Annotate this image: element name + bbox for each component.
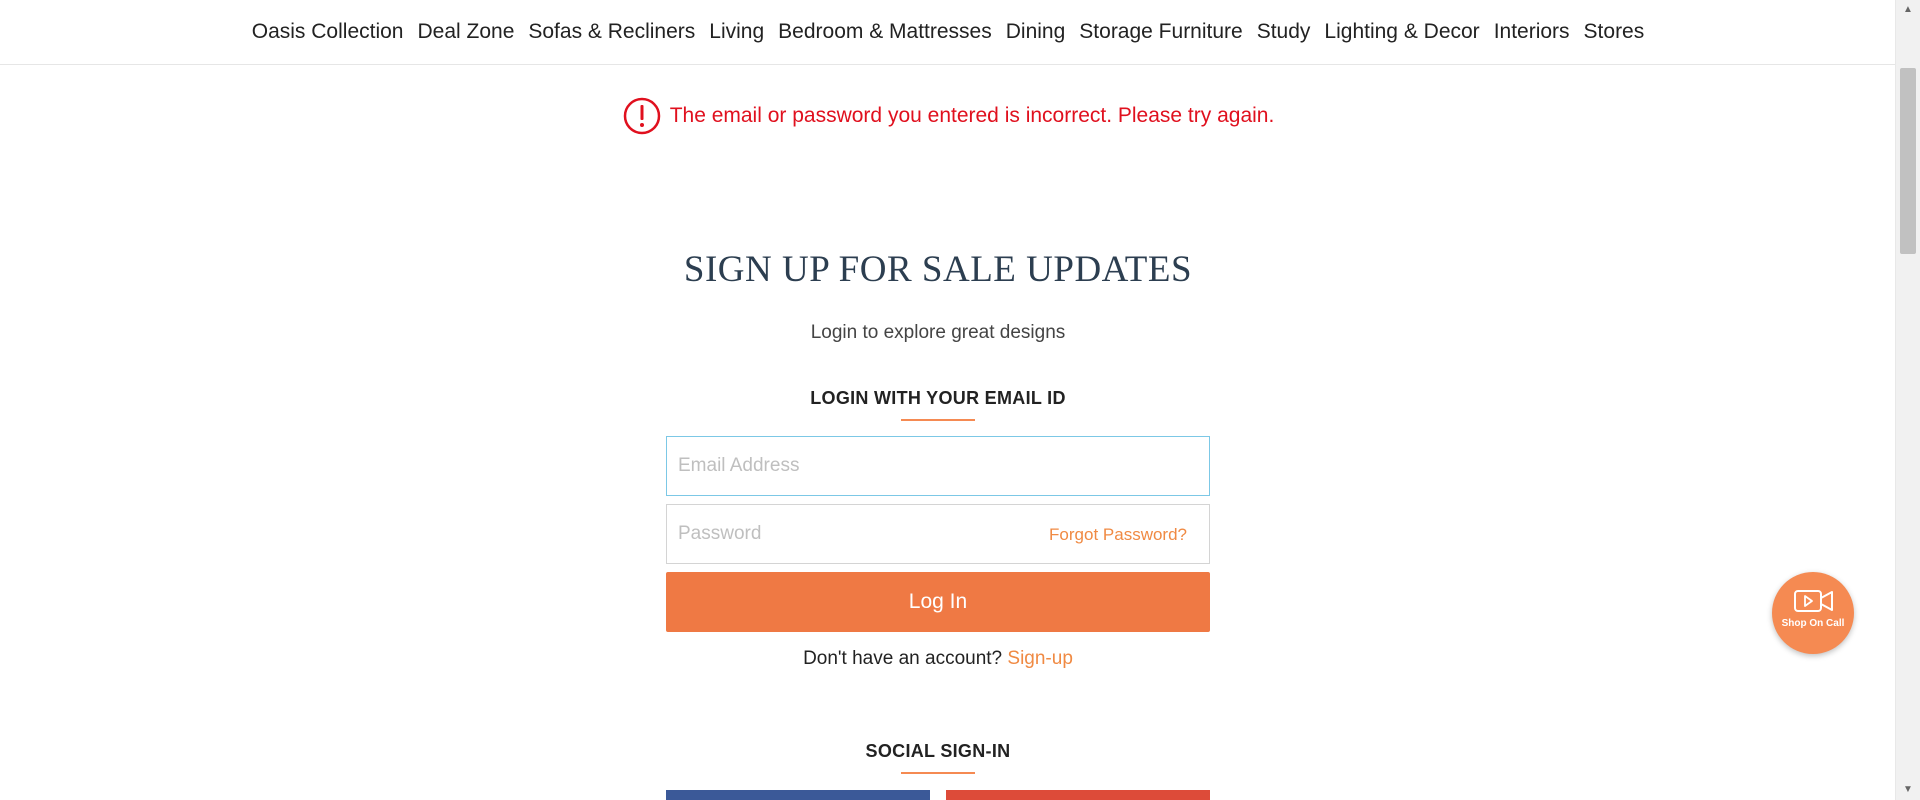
nav-item-study[interactable]: Study: [1257, 20, 1311, 44]
heading-underline: [901, 772, 975, 774]
heading-underline: [901, 419, 975, 421]
nav-item-lighting-decor[interactable]: Lighting & Decor: [1324, 20, 1479, 44]
page-subtitle: Login to explore great designs: [810, 322, 1066, 343]
scroll-down-arrow-icon[interactable]: ▼: [1896, 780, 1920, 800]
scrollbar-thumb[interactable]: [1900, 68, 1916, 254]
nav-item-bedroom-mattresses[interactable]: Bedroom & Mattresses: [778, 20, 992, 44]
nav-item-stores[interactable]: Stores: [1584, 20, 1645, 44]
scroll-up-arrow-icon[interactable]: ▲: [1896, 0, 1920, 20]
email-input[interactable]: [667, 437, 1209, 495]
error-message: The email or password you entered is inc…: [669, 104, 1275, 127]
page-title: SIGN UP FOR SALE UPDATES: [683, 249, 1193, 290]
social-signin-heading-block: SOCIAL SIGN-IN: [666, 741, 1210, 774]
nav-list: Oasis Collection Deal Zone Sofas & Recline…: [252, 20, 1645, 44]
login-error-banner: The email or password you entered is inc…: [0, 96, 1896, 136]
signup-prompt: Don't have an account? Sign-up: [666, 648, 1210, 670]
nav-item-sofas-recliners[interactable]: Sofas & Recliners: [528, 20, 695, 44]
exclamation-circle-icon: [623, 97, 660, 135]
email-login-heading: LOGIN WITH YOUR EMAIL ID: [810, 388, 1066, 408]
login-button[interactable]: Log In: [666, 572, 1210, 632]
nav-item-oasis-collection[interactable]: Oasis Collection: [252, 20, 404, 44]
nav-item-dining[interactable]: Dining: [1006, 20, 1066, 44]
nav-item-living[interactable]: Living: [709, 20, 764, 44]
shop-on-call-widget[interactable]: Shop On Call: [1772, 572, 1854, 654]
video-camera-icon: [1794, 590, 1833, 612]
shop-on-call-label: Shop On Call: [1781, 618, 1845, 629]
signup-link[interactable]: Sign-up: [1007, 648, 1073, 669]
google-signin-button[interactable]: [946, 790, 1210, 800]
main-navigation: Oasis Collection Deal Zone Sofas & Recline…: [0, 0, 1896, 65]
facebook-signin-button[interactable]: [666, 790, 930, 800]
nav-item-storage-furniture[interactable]: Storage Furniture: [1079, 20, 1242, 44]
password-field-wrapper: Forgot Password?: [666, 504, 1210, 564]
nav-item-interiors[interactable]: Interiors: [1494, 20, 1570, 44]
email-login-heading-block: LOGIN WITH YOUR EMAIL ID: [666, 388, 1210, 421]
vertical-scrollbar[interactable]: ▲ ▼: [1895, 0, 1920, 800]
social-signin-heading: SOCIAL SIGN-IN: [865, 741, 1011, 761]
email-field-wrapper: [666, 436, 1210, 496]
forgot-password-link[interactable]: Forgot Password?: [1049, 505, 1187, 565]
nav-item-deal-zone[interactable]: Deal Zone: [417, 20, 514, 44]
no-account-text: Don't have an account?: [803, 648, 1003, 669]
